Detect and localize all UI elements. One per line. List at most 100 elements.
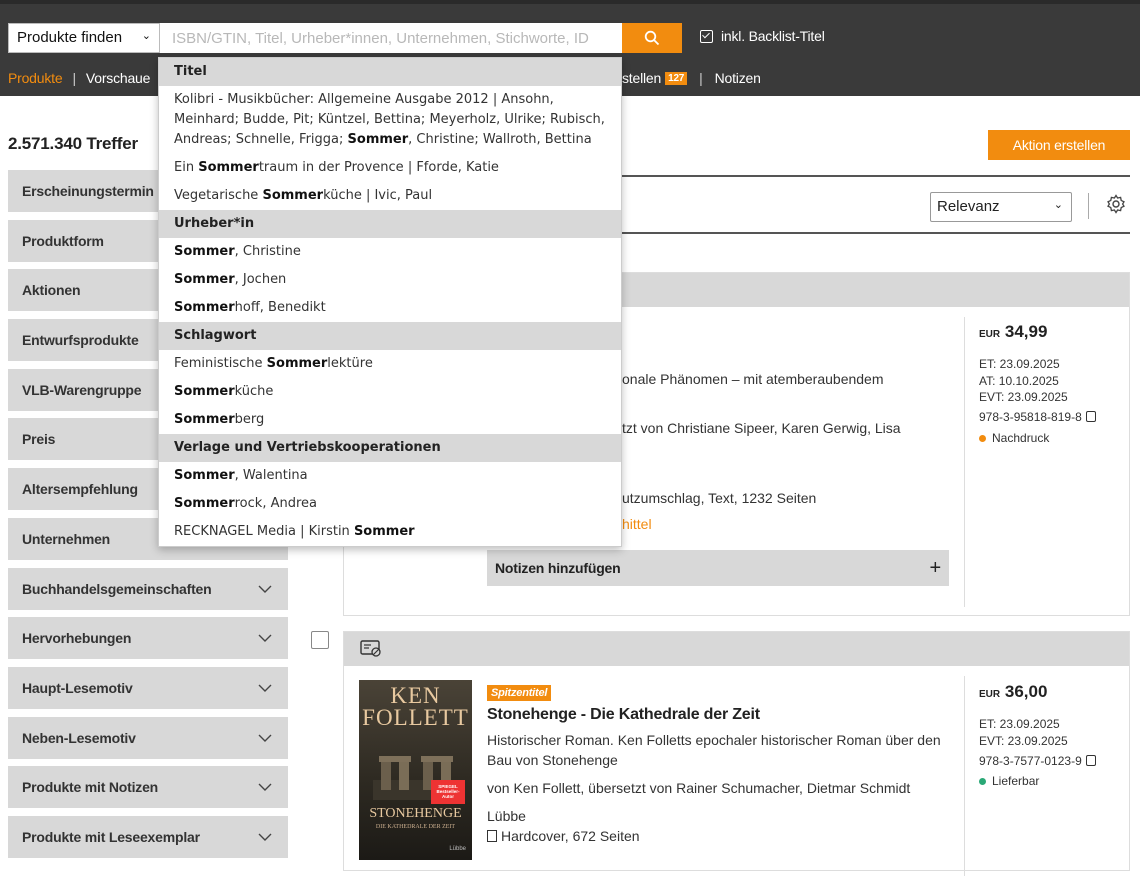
filter-label: Produktform (22, 232, 104, 249)
book-cover[interactable]: KEN FOLLETT SPIEGEL Bestseller-Autor STO… (359, 680, 472, 860)
suggestion-text: traum in der Provence | Fforde, Katie (258, 160, 499, 175)
filter-label: Haupt-Lesemotiv (22, 679, 133, 696)
nav-item-erstellen[interactable]: stellen (622, 70, 661, 86)
suggestion-item[interactable]: Sommerberg (159, 406, 621, 434)
availability-status: Lieferbar (979, 774, 1039, 788)
filter-label: Produkte mit Leseexemplar (22, 828, 200, 845)
chevron-down-icon (258, 783, 272, 792)
filter-produkte-mit-leseexemplar[interactable]: Produkte mit Leseexemplar (8, 815, 288, 858)
filter-buchhandelsgemeinschaften[interactable]: Buchhandelsgemeinschaften (8, 567, 288, 610)
chevron-down-icon (258, 833, 272, 841)
match-highlight: Sommer (174, 244, 235, 259)
copy-icon[interactable] (1085, 411, 1096, 422)
card-header (344, 632, 1129, 666)
suggestion-group-header: Schlagwort (159, 322, 621, 350)
status-dot (979, 434, 986, 442)
description-fragment: onale Phänomen – mit atemberaubendem (622, 371, 884, 387)
isbn: 978-3-95818-819-8 (979, 409, 1096, 426)
suggestion-group-header: Titel (159, 58, 621, 86)
suggestion-item[interactable]: Sommer, Jochen (159, 266, 621, 294)
suggestion-item[interactable]: Vegetarische Sommerküche | Ivic, Paul (159, 182, 621, 210)
status-dot (979, 777, 986, 785)
filter-hervorhebungen[interactable]: Hervorhebungen (8, 617, 288, 660)
chevron-down-icon: ⌄ (1053, 199, 1063, 211)
suggestion-item[interactable]: Ein Sommertraum in der Provence | Fforde… (159, 154, 621, 182)
search-input[interactable] (160, 23, 622, 53)
filter-label: VLB-Warengruppe (22, 381, 142, 398)
suggestion-item[interactable]: Sommer, Christine (159, 238, 621, 266)
suggestion-text: , Walentina (234, 468, 308, 483)
product-authors: von Ken Follett, übersetzt von Rainer Sc… (487, 780, 911, 796)
filter-label: Aktionen (22, 282, 81, 299)
cover-title: STONEHENGE (369, 806, 462, 821)
translators-fragment: tzt von Christiane Sipeer, Karen Gerwig,… (622, 420, 901, 436)
nav-item-vorschauen[interactable]: Vorschaue (86, 70, 151, 86)
match-highlight: Sommer (174, 468, 235, 483)
product-dates: ET: 23.09.2025 AT: 10.10.2025 EVT: 23.09.2… (979, 357, 1068, 404)
nav-item-notizen[interactable]: Notizen (715, 70, 761, 86)
suggestion-text: Feministische (174, 356, 267, 371)
suggestion-text: , Christine (234, 244, 301, 259)
search-button[interactable] (622, 23, 682, 53)
filter-haupt-lesemotiv[interactable]: Haupt-Lesemotiv (8, 666, 288, 709)
suggestion-item[interactable]: Sommerküche (159, 378, 621, 406)
link-fragment[interactable]: hittel (622, 516, 652, 532)
add-notes-label: Notizen hinzufügen (495, 560, 621, 576)
filter-label: Preis (22, 431, 56, 448)
nav-right: stellen 127 | Notizen (622, 70, 761, 86)
suggestion-item[interactable]: Sommer, Walentina (159, 462, 621, 490)
nav-item-produkte[interactable]: Produkte (8, 70, 63, 86)
chevron-down-icon: ⌄ (141, 30, 151, 42)
product-format: Hardcover, 672 Seiten (487, 828, 640, 844)
filter-label: Altersempfehlung (22, 481, 138, 498)
filter-neben-lesemotiv[interactable]: Neben-Lesemotiv (8, 716, 288, 759)
match-highlight: Sommer (174, 412, 235, 427)
create-action-button[interactable]: Aktion erstellen (988, 130, 1130, 160)
cover-subtitle: DIE KATHEDRALE DER ZEIT (375, 824, 456, 830)
suggestion-item[interactable]: Sommerhoff, Benedikt (159, 294, 621, 322)
main-nav: Produkte | Vorschaue (8, 70, 151, 86)
filter-label: Entwurfsprodukte (22, 332, 139, 349)
suggestion-item[interactable]: Kolibri - Musikbücher: Allgemeine Ausgab… (159, 86, 621, 154)
cover-publisher: Lübbe (449, 846, 466, 852)
result-count: 2.571.340 Treffer (8, 134, 138, 153)
divider (1088, 193, 1089, 219)
suggestion-item[interactable]: Feministische Sommerlektüre (159, 350, 621, 378)
sort-select[interactable]: Relevanz ⌄ (930, 192, 1072, 222)
product-publisher: Lübbe (487, 808, 526, 824)
match-highlight: Sommer (174, 272, 235, 287)
suggestion-text: , Christine; Wallroth, Bettina (408, 132, 592, 147)
filter-label: Buchhandelsgemeinschaften (22, 580, 212, 597)
add-notes-bar[interactable]: Notizen hinzufügen + (487, 550, 949, 586)
plus-icon[interactable]: + (930, 557, 942, 580)
sort-label: Relevanz (937, 198, 1000, 215)
availability-status: Nachdruck (979, 431, 1049, 445)
suggestion-text: hoff, Benedikt (234, 300, 326, 315)
match-highlight: Sommer (262, 188, 324, 203)
cover-author: KEN FOLLETT (362, 683, 469, 730)
search-suggestions-dropdown: Titel Kolibri - Musikbücher: Allgemeine A… (158, 57, 622, 547)
reading-copy-icon (360, 640, 381, 657)
copy-icon[interactable] (1085, 755, 1096, 766)
filter-label: Neben-Lesemotiv (22, 729, 136, 746)
match-highlight: Sommer (174, 496, 235, 511)
suggestion-group-header: Urheber*in (159, 210, 621, 238)
match-highlight: Sommer (174, 300, 235, 315)
backlist-toggle[interactable]: inkl. Backlist-Titel (700, 28, 825, 44)
suggestion-text: berg (234, 412, 265, 427)
checkbox-checked-icon[interactable] (700, 29, 713, 43)
match-highlight: Sommer (266, 356, 328, 371)
product-description: Historischer Roman. Ken Folletts epochal… (487, 732, 941, 748)
match-highlight: Sommer (174, 384, 235, 399)
book-icon (487, 830, 497, 842)
bestseller-sticker: SPIEGEL Bestseller-Autor (431, 780, 465, 804)
search-type-select[interactable]: Produkte finden ⌄ (8, 23, 160, 53)
suggestion-item[interactable]: RECKNAGEL Media | Kirstin Sommer (159, 518, 621, 546)
product-title[interactable]: Stonehenge - Die Kathedrale der Zeit (487, 706, 760, 724)
suggestion-text: RECKNAGEL Media | Kirstin (174, 524, 354, 539)
select-checkbox[interactable] (311, 631, 329, 649)
filter-produkte-mit-notizen[interactable]: Produkte mit Notizen (8, 766, 288, 809)
gear-icon[interactable] (1106, 194, 1126, 214)
suggestion-text: lektüre (327, 356, 373, 371)
suggestion-item[interactable]: Sommerrock, Andrea (159, 490, 621, 518)
